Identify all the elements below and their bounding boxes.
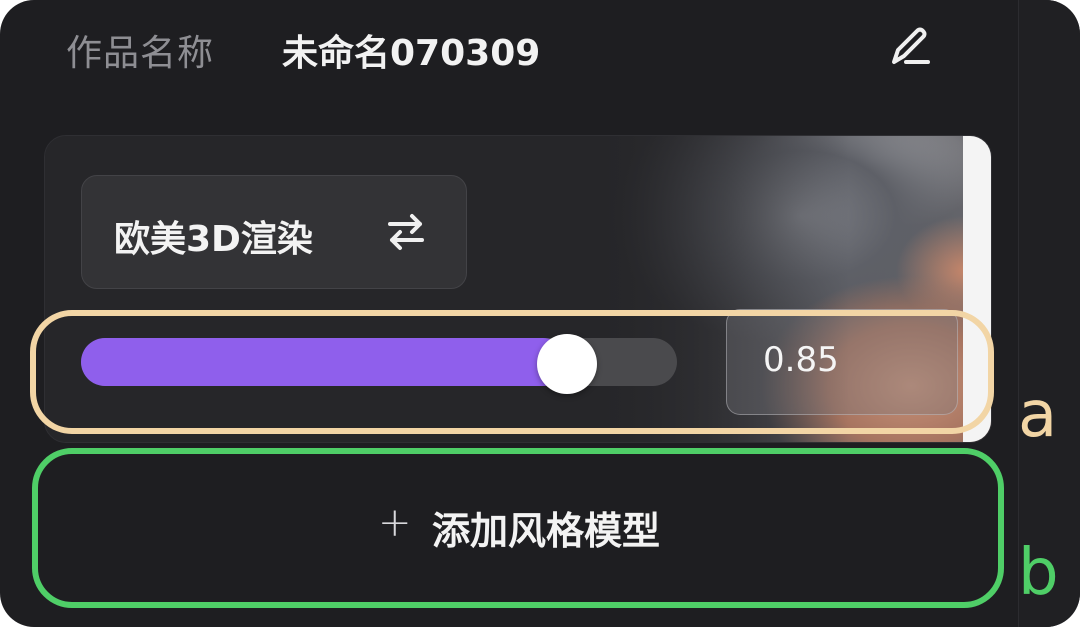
style-panel: 作品名称 未命名070309 欧美3D渲染 0.85 + 添加风格模型 a b: [0, 0, 1080, 627]
annotation-label-b: b: [1018, 536, 1059, 610]
work-name-label: 作品名称: [66, 33, 215, 74]
swap-arrows-icon: [384, 210, 428, 254]
panel-edge: [1018, 0, 1080, 627]
style-name: 欧美3D渲染: [114, 219, 313, 260]
work-name-value: 未命名070309: [282, 33, 541, 74]
annotation-label-a: a: [1018, 378, 1058, 452]
style-selector-button[interactable]: 欧美3D渲染: [81, 175, 467, 289]
annotation-box-b: [32, 448, 1004, 608]
pencil-icon[interactable]: [884, 24, 934, 70]
annotation-box-a: [30, 310, 994, 434]
